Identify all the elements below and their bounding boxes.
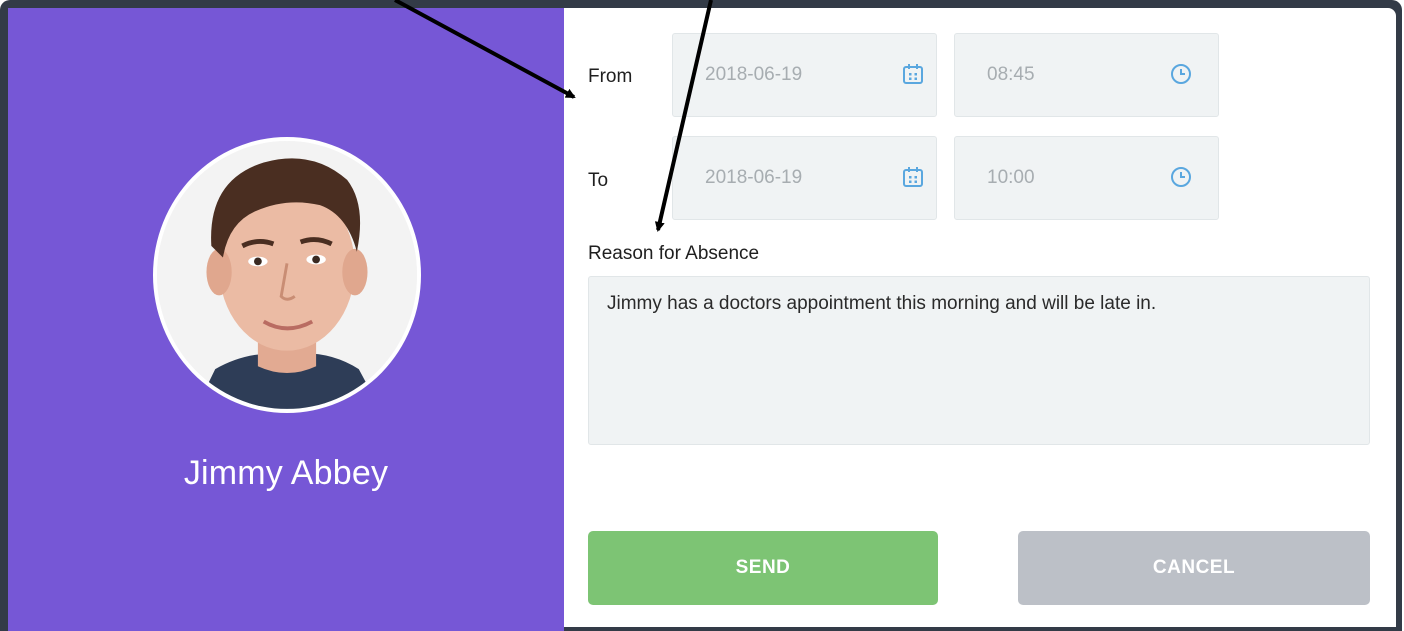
- absence-dialog-screen: Jimmy Abbey From 2018-06-19 08:45 To 201…: [0, 0, 1404, 631]
- from-date-value: 2018-06-19: [705, 64, 803, 85]
- to-date-value: 2018-06-19: [705, 167, 803, 188]
- to-date-input[interactable]: 2018-06-19: [672, 136, 937, 220]
- from-label: From: [588, 66, 633, 87]
- student-avatar: [153, 137, 421, 413]
- student-photo: [157, 141, 417, 409]
- reason-textarea[interactable]: Jimmy has a doctors appointment this mor…: [588, 276, 1370, 445]
- calendar-icon[interactable]: [901, 165, 925, 189]
- to-time-value: 10:00: [987, 167, 1035, 188]
- to-label: To: [588, 170, 609, 191]
- from-time-input[interactable]: 08:45: [954, 33, 1219, 117]
- send-button[interactable]: SEND: [588, 531, 938, 605]
- to-time-input[interactable]: 10:00: [954, 136, 1219, 220]
- student-profile-panel: Jimmy Abbey: [8, 8, 564, 631]
- from-time-value: 08:45: [987, 64, 1035, 85]
- clock-icon[interactable]: [1169, 165, 1193, 189]
- clock-icon[interactable]: [1169, 62, 1193, 86]
- absence-form: From 2018-06-19 08:45 To 2018-06-19 10:0…: [564, 8, 1396, 627]
- reason-label: Reason for Absence: [588, 243, 760, 264]
- from-date-input[interactable]: 2018-06-19: [672, 33, 937, 117]
- cancel-button[interactable]: CANCEL: [1018, 531, 1370, 605]
- student-name: Jimmy Abbey: [183, 454, 389, 492]
- calendar-icon[interactable]: [901, 62, 925, 86]
